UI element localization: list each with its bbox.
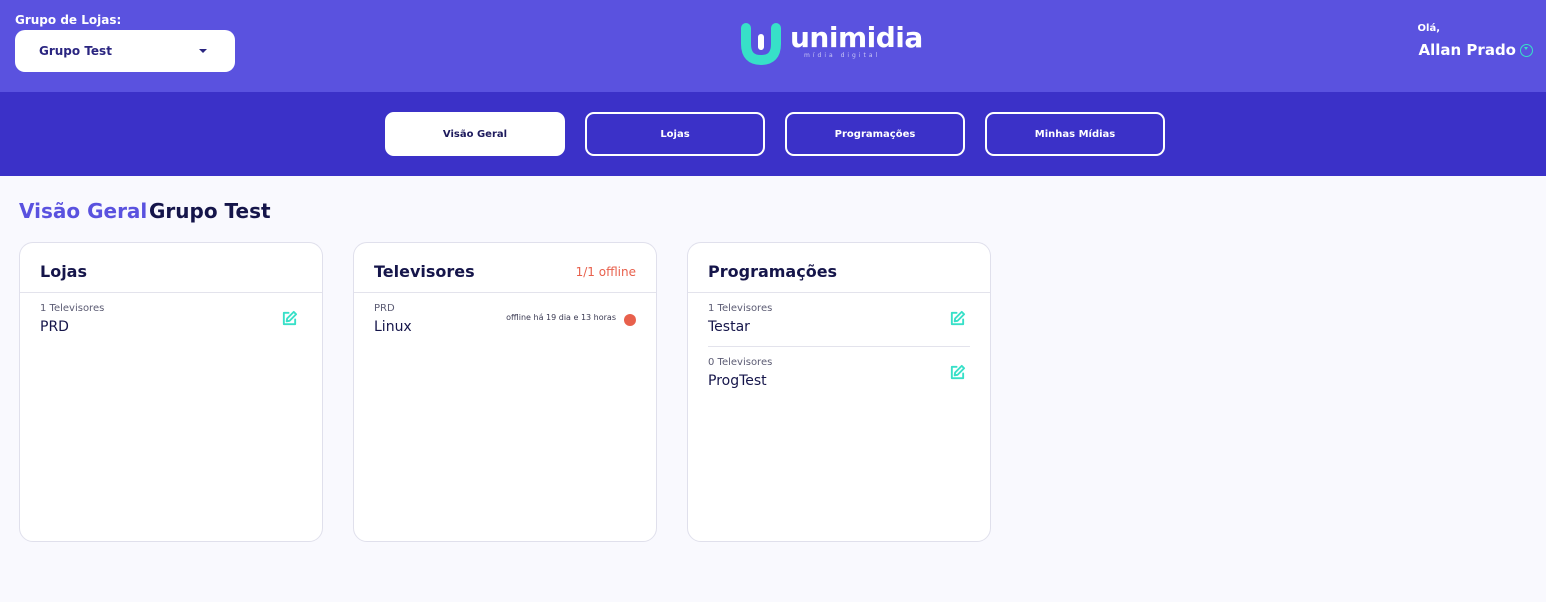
list-item: 1 Televisores PRD	[40, 293, 302, 347]
store-group-value: Grupo Test	[39, 44, 112, 58]
edit-icon[interactable]	[949, 364, 966, 381]
list-item: 0 Televisores ProgTest	[708, 347, 970, 401]
schedules-card: Programações 1 Televisores Testar 0 Tele…	[687, 242, 991, 542]
card-title: Lojas	[40, 262, 87, 281]
tv-status-text: offline há 19 dia e 13 horas	[506, 313, 616, 322]
list-item: 1 Televisores Testar	[708, 293, 970, 347]
store-name: PRD	[40, 319, 69, 335]
card-header: Televisores 1/1 offline	[354, 243, 656, 293]
list-item[interactable]: PRD Linux offline há 19 dia e 13 horas	[374, 293, 636, 347]
tv-name: Linux	[374, 319, 412, 335]
edit-icon[interactable]	[281, 310, 298, 327]
chevron-down-circle-icon[interactable]	[1520, 44, 1533, 57]
user-name[interactable]: Allan Prado	[1419, 41, 1516, 59]
tv-store: PRD	[374, 303, 395, 314]
tab-minhas-midias[interactable]: Minhas Mídias	[985, 112, 1165, 156]
logo: unimidia mídia digital	[740, 20, 923, 66]
store-group-select[interactable]: Grupo Test	[15, 30, 235, 72]
main-nav: Visão Geral Lojas Programações Minhas Mí…	[0, 92, 1546, 176]
logo-tagline: mídia digital	[804, 52, 881, 59]
page-subtitle: Grupo Test	[149, 199, 271, 223]
card-title: Programações	[708, 262, 838, 281]
tab-lojas[interactable]: Lojas	[585, 112, 765, 156]
tab-programacoes[interactable]: Programações	[785, 112, 965, 156]
tvs-card: Televisores 1/1 offline PRD Linux offlin…	[353, 242, 657, 542]
tab-visao-geral[interactable]: Visão Geral	[385, 112, 565, 156]
offline-count: 1/1 offline	[575, 265, 636, 279]
schedule-name: Testar	[708, 319, 750, 335]
card-header: Lojas	[20, 243, 322, 293]
greeting: Olá,	[1417, 23, 1440, 34]
store-tv-count: 1 Televisores	[40, 303, 105, 314]
header: Grupo de Lojas: Grupo Test unimidia mídi…	[0, 0, 1546, 92]
stores-card: Lojas 1 Televisores PRD	[19, 242, 323, 542]
status-dot-icon	[624, 314, 636, 326]
schedule-tv-count: 1 Televisores	[708, 303, 773, 314]
logo-name: unimidia	[790, 21, 923, 54]
edit-icon[interactable]	[949, 310, 966, 327]
page-title: Visão Geral	[19, 199, 148, 223]
logo-mark-icon	[741, 23, 781, 66]
card-header: Programações	[688, 243, 990, 293]
store-group-label: Grupo de Lojas:	[15, 13, 122, 27]
schedule-tv-count: 0 Televisores	[708, 357, 773, 368]
schedule-name: ProgTest	[708, 373, 767, 389]
card-title: Televisores	[374, 262, 475, 281]
caret-down-icon	[199, 49, 207, 53]
